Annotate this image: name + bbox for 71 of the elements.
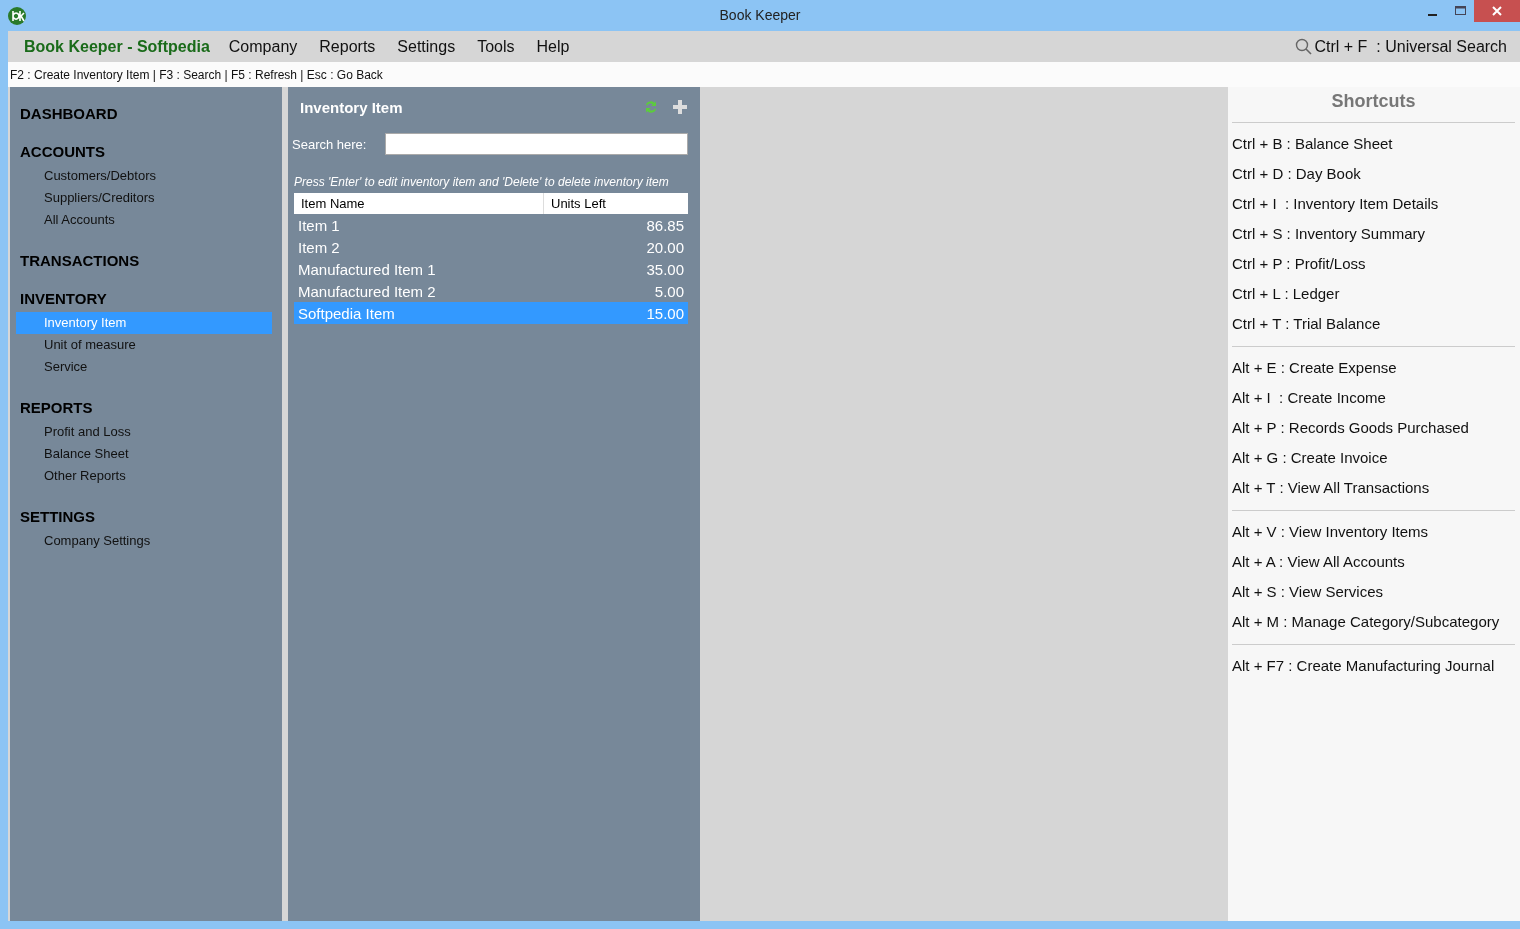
table-row[interactable]: Manufactured Item 2 5.00	[294, 280, 688, 302]
units-left: 5.00	[653, 282, 685, 300]
shortcut-entry: Alt + G : Create Invoice	[1232, 448, 1389, 468]
app-brand: Book Keeper - Softpedia	[24, 37, 210, 56]
item-name: Softpedia Item	[297, 304, 396, 322]
item-name: Manufactured Item 1	[297, 260, 437, 278]
close-button[interactable]	[1474, 0, 1520, 22]
universal-search-shortcut[interactable]: Ctrl + F : Universal Search	[1314, 37, 1507, 56]
panel-title: Inventory Item	[300, 98, 403, 116]
menu-item[interactable]: Tools	[466, 37, 526, 56]
table-row[interactable]: Item 1 86.85	[294, 214, 688, 236]
shortcut-entry: Alt + V : View Inventory Items	[1232, 522, 1430, 542]
shortcut-entry: Alt + S : View Services	[1232, 582, 1385, 602]
shortcuts-title: Shortcuts	[1331, 91, 1416, 111]
shortcut-entry: Alt + I : Create Income	[1232, 388, 1387, 408]
sidebar-section-title[interactable]: DASHBOARD	[16, 105, 282, 122]
add-icon[interactable]	[672, 99, 688, 115]
item-name: Manufactured Item 2	[297, 282, 437, 300]
window-title: Book Keeper	[719, 7, 801, 23]
sidebar-section-title[interactable]: REPORTS	[16, 399, 282, 416]
close-icon	[1492, 6, 1502, 16]
sidebar-section-title[interactable]: TRANSACTIONS	[16, 252, 282, 269]
shortcut-entry: Ctrl + B : Balance Sheet	[1232, 134, 1394, 154]
menu-item[interactable]: Company	[217, 37, 309, 56]
shortcut-entry: Alt + E : Create Expense	[1232, 358, 1398, 378]
sidebar-section-title[interactable]: ACCOUNTS	[16, 143, 282, 160]
shortcut-entry: Ctrl + D : Day Book	[1232, 164, 1362, 184]
minimize-icon	[1427, 14, 1437, 16]
table-row[interactable]: Item 2 20.00	[294, 236, 688, 258]
shortcut-entry: Alt + F7 : Create Manufacturing Journal	[1232, 656, 1496, 676]
units-left: 35.00	[645, 260, 685, 278]
search-icon	[1294, 38, 1312, 55]
shortcut-entry: Ctrl + I : Inventory Item Details	[1232, 194, 1440, 214]
shortcut-entry: Ctrl + T : Trial Balance	[1232, 314, 1382, 334]
menu-item[interactable]: Help	[525, 37, 581, 56]
table-row[interactable]: Manufactured Item 1 35.00	[294, 258, 688, 280]
search-label: Search here:	[292, 136, 368, 152]
instructions: Press 'Enter' to edit inventory item and 'Delete' to delete inventory item	[293, 175, 670, 189]
sidebar-item[interactable]: All Accounts	[16, 209, 272, 231]
units-left: 15.00	[645, 304, 685, 322]
item-name: Item 1	[297, 216, 341, 234]
sidebar-item[interactable]: Balance Sheet	[16, 443, 272, 465]
search-field[interactable]	[385, 133, 688, 155]
sidebar-item[interactable]: Company Settings	[16, 530, 272, 552]
shortcut-entry: Alt + T : View All Transactions	[1232, 478, 1431, 498]
keyboard-hints: F2 : Create Inventory Item | F3 : Search | F5 : Refresh | Esc : Go Back	[10, 67, 383, 82]
table-row[interactable]: Softpedia Item 15.00	[294, 302, 688, 324]
maximize-icon	[1454, 6, 1466, 16]
shortcut-entry: Ctrl + P : Profit/Loss	[1232, 254, 1367, 274]
item-name: Item 2	[297, 238, 341, 256]
shortcut-entry: Ctrl + S : Inventory Summary	[1232, 224, 1426, 244]
sidebar-item[interactable]: Profit and Loss	[16, 421, 272, 443]
units-left: 86.85	[645, 216, 685, 234]
column-header[interactable]: Units Left	[544, 193, 613, 214]
shortcut-entry: Alt + P : Records Goods Purchased	[1232, 418, 1470, 438]
sidebar-item[interactable]: Inventory Item	[16, 312, 272, 334]
sidebar-item[interactable]: Suppliers/Creditors	[16, 187, 272, 209]
sidebar-section-title[interactable]: INVENTORY	[16, 290, 282, 307]
shortcut-entry: Alt + M : Manage Category/Subcategory	[1232, 612, 1501, 632]
app-logo-icon	[8, 6, 26, 25]
sidebar-item[interactable]: Customers/Debtors	[16, 165, 272, 187]
sidebar-item[interactable]: Other Reports	[16, 465, 272, 487]
sidebar-section-title[interactable]: SETTINGS	[16, 508, 282, 525]
shortcut-entry: Alt + A : View All Accounts	[1232, 552, 1406, 572]
shortcut-entry: Ctrl + L : Ledger	[1232, 284, 1341, 304]
units-left: 20.00	[645, 238, 685, 256]
menu-item[interactable]: Reports	[308, 37, 387, 56]
column-header[interactable]: Item Name	[294, 193, 544, 214]
menu-item[interactable]: Settings	[386, 37, 467, 56]
sidebar-item[interactable]: Unit of measure	[16, 334, 272, 356]
sidebar-item[interactable]: Service	[16, 356, 272, 378]
